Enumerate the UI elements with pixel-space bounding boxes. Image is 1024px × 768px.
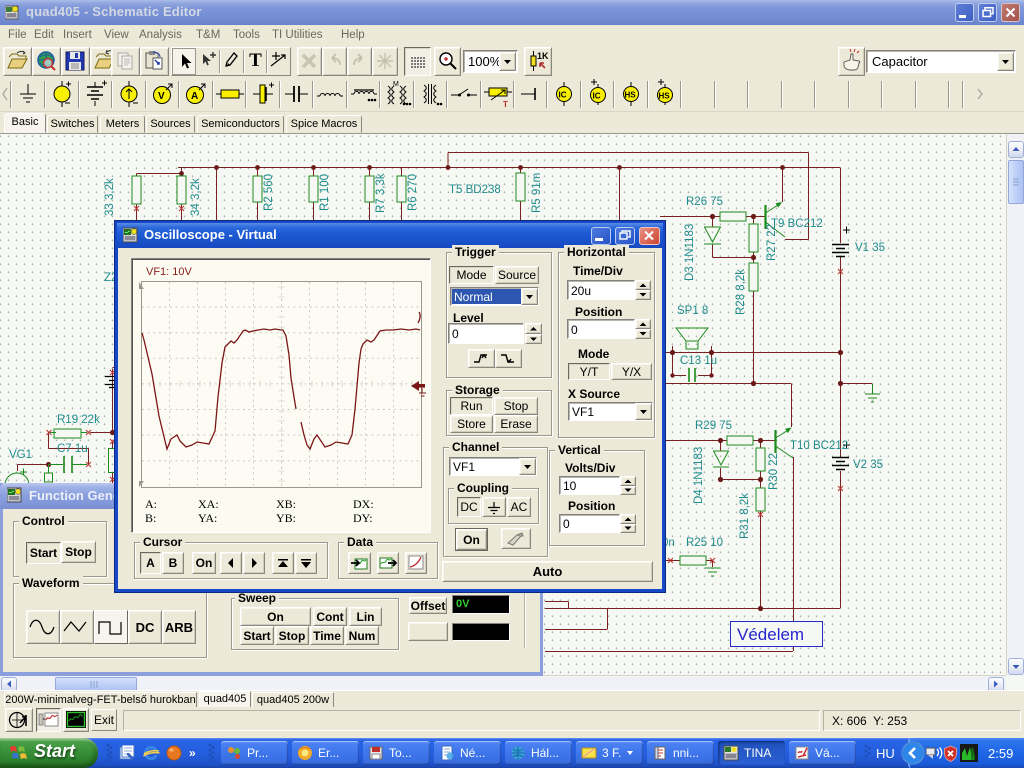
svg-text:B:: B: [145, 511, 156, 525]
svg-text:R5 91m: R5 91m [531, 173, 543, 213]
svg-text:R19 22k: R19 22k [57, 414, 100, 426]
svg-text:M: M [393, 81, 399, 88]
svg-text:V: V [158, 91, 165, 102]
svg-text:Védelem: Védelem [737, 625, 804, 644]
svg-text:V1 35: V1 35 [855, 242, 885, 254]
svg-text:SP1 8: SP1 8 [677, 305, 708, 317]
svg-text:R31 8,2k: R31 8,2k [739, 493, 751, 539]
svg-text:R30 22: R30 22 [768, 453, 780, 490]
svg-text:IC: IC [593, 92, 601, 101]
svg-text:XA:: XA: [198, 497, 219, 511]
svg-text:XB:: XB: [276, 497, 296, 511]
svg-text:YB:: YB: [276, 511, 296, 525]
svg-text:T9 BC212: T9 BC212 [771, 218, 823, 230]
svg-text:C13 1u: C13 1u [680, 355, 717, 367]
svg-text:D3 1N1183: D3 1N1183 [684, 224, 696, 281]
svg-text:C7 1u: C7 1u [57, 443, 88, 455]
svg-text:R1 100: R1 100 [319, 174, 331, 211]
svg-text:A:: A: [145, 497, 157, 511]
svg-text:R7 3,3k: R7 3,3k [375, 173, 387, 213]
svg-text:HS: HS [659, 92, 671, 101]
svg-text:33 3,2k: 33 3,2k [104, 178, 116, 216]
svg-text:R28 8,2k: R28 8,2k [735, 269, 747, 315]
svg-text:R27 22: R27 22 [766, 224, 778, 261]
svg-text:R2 560: R2 560 [263, 174, 275, 211]
svg-text:YA:: YA: [198, 511, 217, 525]
svg-text:T5 BD238: T5 BD238 [449, 184, 501, 196]
svg-text:T: T [503, 100, 508, 109]
svg-text:VG1: VG1 [9, 449, 32, 461]
svg-text:R25 10: R25 10 [686, 537, 723, 549]
svg-text:DY:: DY: [353, 511, 373, 525]
svg-text:1K: 1K [537, 51, 549, 61]
svg-text:34 3,2k: 34 3,2k [190, 178, 202, 216]
svg-text:DX:: DX: [353, 497, 374, 511]
svg-text:V2 35: V2 35 [853, 459, 883, 471]
svg-text:R26 75: R26 75 [686, 196, 723, 208]
svg-text:D4 1N1183: D4 1N1183 [693, 447, 705, 504]
svg-text:A: A [191, 91, 198, 102]
svg-text:T10 BC212: T10 BC212 [790, 440, 848, 452]
svg-text:R6 270: R6 270 [407, 174, 419, 211]
svg-text:VF1: 10V: VF1: 10V [146, 266, 193, 278]
svg-text:R29 75: R29 75 [695, 420, 732, 432]
svg-text:IC: IC [559, 91, 567, 100]
svg-text:HS: HS [625, 91, 637, 100]
